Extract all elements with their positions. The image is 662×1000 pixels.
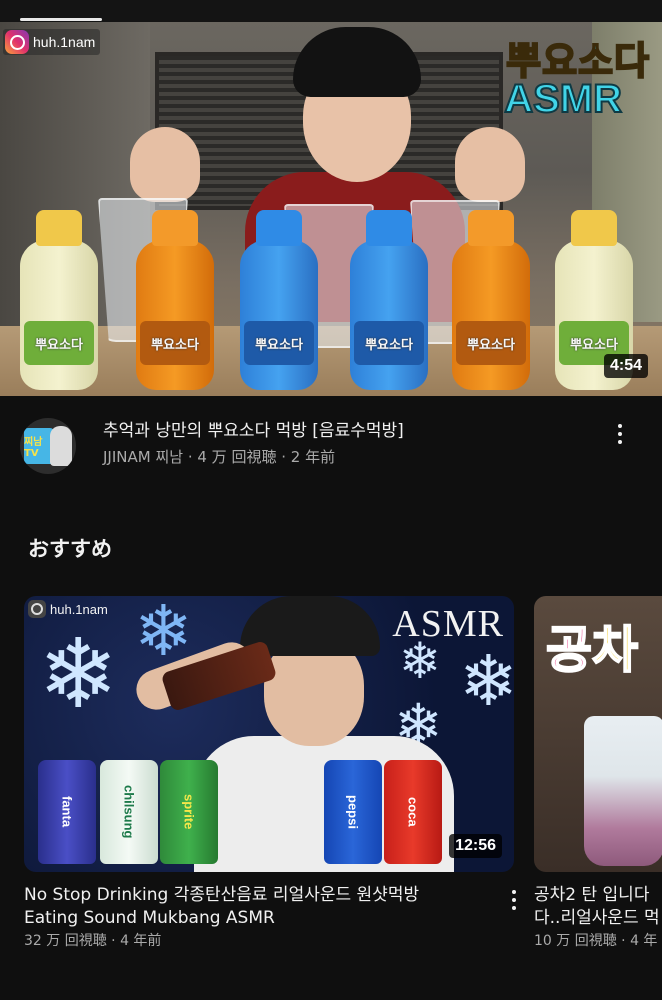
- drink-cup: [584, 716, 662, 866]
- recommended-video-title-line1[interactable]: 공차2 탄 입니다: [534, 884, 649, 907]
- snowflake-icon: ❄: [459, 640, 514, 722]
- recommended-video-meta: 32 万 回視聴 · 4 年前: [24, 933, 162, 949]
- thumbnail-overlay-subtitle: ASMR: [503, 76, 623, 122]
- thumbnail-overlay-text: ASMR: [392, 603, 504, 645]
- soda-can: fanta: [38, 760, 96, 864]
- soda-bottle: 뿌요소다: [20, 210, 98, 390]
- recommended-video-title-line1[interactable]: No Stop Drinking 각종탄산음료 리얼사운드 원샷먹방: [24, 884, 419, 907]
- recommended-video-meta: 10 万 回視聴 · 4 年: [534, 933, 658, 949]
- status-bar: [0, 0, 662, 22]
- soda-bottle: 뿌요소다: [452, 210, 530, 390]
- snowflake-icon: ❄: [38, 618, 119, 730]
- thumbnail-overlay-text: 공차: [545, 620, 639, 680]
- video-meta: JJINAM 찌남 · 4 万 回視聴 · 2 年前: [103, 448, 336, 466]
- home-indicator: [20, 18, 102, 21]
- video-title[interactable]: 추억과 낭만의 뿌요소다 먹방 [음료수먹방]: [103, 416, 404, 441]
- channel-avatar[interactable]: 찌남TV: [20, 418, 76, 474]
- instagram-tag: huh.1nam: [3, 29, 101, 55]
- video-duration: 12:56: [449, 834, 502, 858]
- instagram-icon: [5, 30, 29, 54]
- instagram-tag: huh.1nam: [28, 600, 108, 618]
- recommended-video-title-line2[interactable]: Eating Sound Mukbang ASMR: [24, 907, 275, 930]
- recommended-video-title-line2[interactable]: 다..리얼사운드 먹: [534, 907, 660, 930]
- more-options-icon[interactable]: [608, 420, 632, 448]
- recommended-video-thumbnail[interactable]: ❄ ❄ ❄ ❄ ❄ fanta chilsung sprite pepsi co…: [24, 596, 514, 872]
- soda-can: pepsi: [324, 760, 382, 864]
- instagram-handle: huh.1nam: [33, 34, 96, 50]
- soda-bottle: 뿌요소다: [136, 210, 214, 390]
- soda-can: chilsung: [100, 760, 158, 864]
- instagram-handle: huh.1nam: [50, 601, 108, 617]
- main-video-thumbnail[interactable]: 뿌요소다 뿌요소다 뿌요소다 뿌요소다 뿌요소다 뿌요소다 huh.1nam 뿌…: [0, 22, 662, 396]
- instagram-icon: [28, 600, 46, 618]
- section-heading: おすすめ: [28, 537, 112, 561]
- video-duration: 4:54: [603, 354, 648, 378]
- soda-bottle: 뿌요소다: [350, 210, 428, 390]
- more-options-icon[interactable]: [502, 886, 526, 914]
- snowflake-icon: ❄: [134, 596, 193, 672]
- recommended-video-thumbnail[interactable]: 공차: [534, 596, 662, 872]
- soda-can: sprite: [160, 760, 218, 864]
- soda-can: coca: [384, 760, 442, 864]
- soda-bottle: 뿌요소다: [240, 210, 318, 390]
